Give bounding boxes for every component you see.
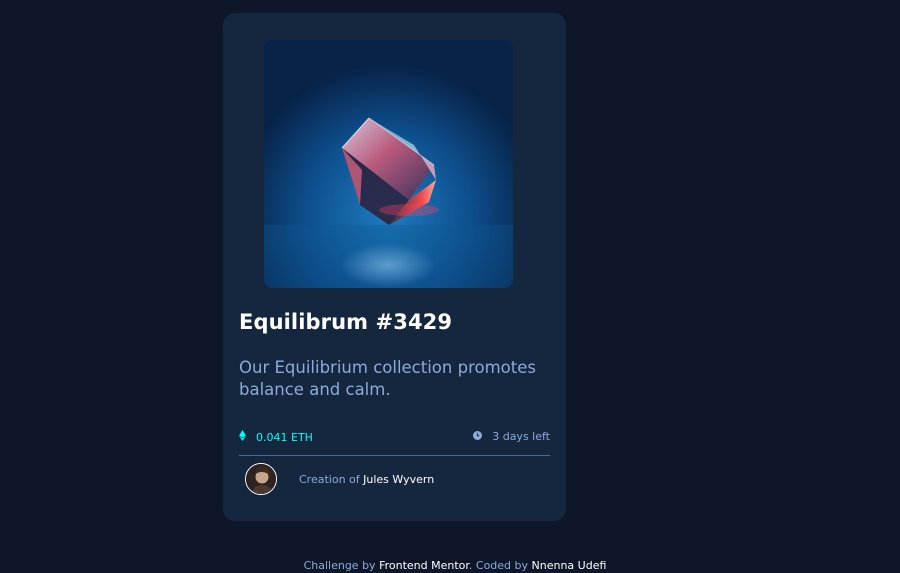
- creator-prefix: Creation of: [299, 472, 360, 486]
- card-title[interactable]: Equilibrum #3429: [239, 310, 452, 334]
- frontend-mentor-link[interactable]: Frontend Mentor: [379, 559, 469, 572]
- coded-prefix: . Coded by: [468, 559, 529, 572]
- attribution-footer: Challenge by Frontend Mentor. Coded by N…: [0, 559, 900, 572]
- price: 0.041 ETH: [239, 430, 313, 444]
- creator-text: Creation of Jules Wyvern: [299, 473, 434, 486]
- nft-card: Equilibrum #3429 Our Equilibrium collect…: [223, 13, 566, 521]
- card-meta: 0.041 ETH 3 days left: [239, 430, 550, 450]
- ethereum-icon: [239, 430, 246, 444]
- card-description: Our Equilibrium collection promotes bala…: [239, 358, 536, 399]
- time-left: 3 days left: [473, 430, 550, 443]
- divider: [239, 455, 550, 456]
- creator-name[interactable]: Jules Wyvern: [363, 473, 434, 486]
- creator: Creation of Jules Wyvern: [245, 463, 434, 495]
- author-link[interactable]: Nnenna Udefi: [532, 559, 607, 572]
- equilibrium-cube-image: [264, 40, 513, 288]
- price-value: 0.041 ETH: [256, 430, 313, 444]
- avatar: [245, 463, 277, 495]
- time-left-value: 3 days left: [492, 430, 550, 443]
- nft-image[interactable]: [264, 40, 513, 288]
- clock-icon: [473, 430, 483, 443]
- challenge-prefix: Challenge by: [303, 559, 376, 572]
